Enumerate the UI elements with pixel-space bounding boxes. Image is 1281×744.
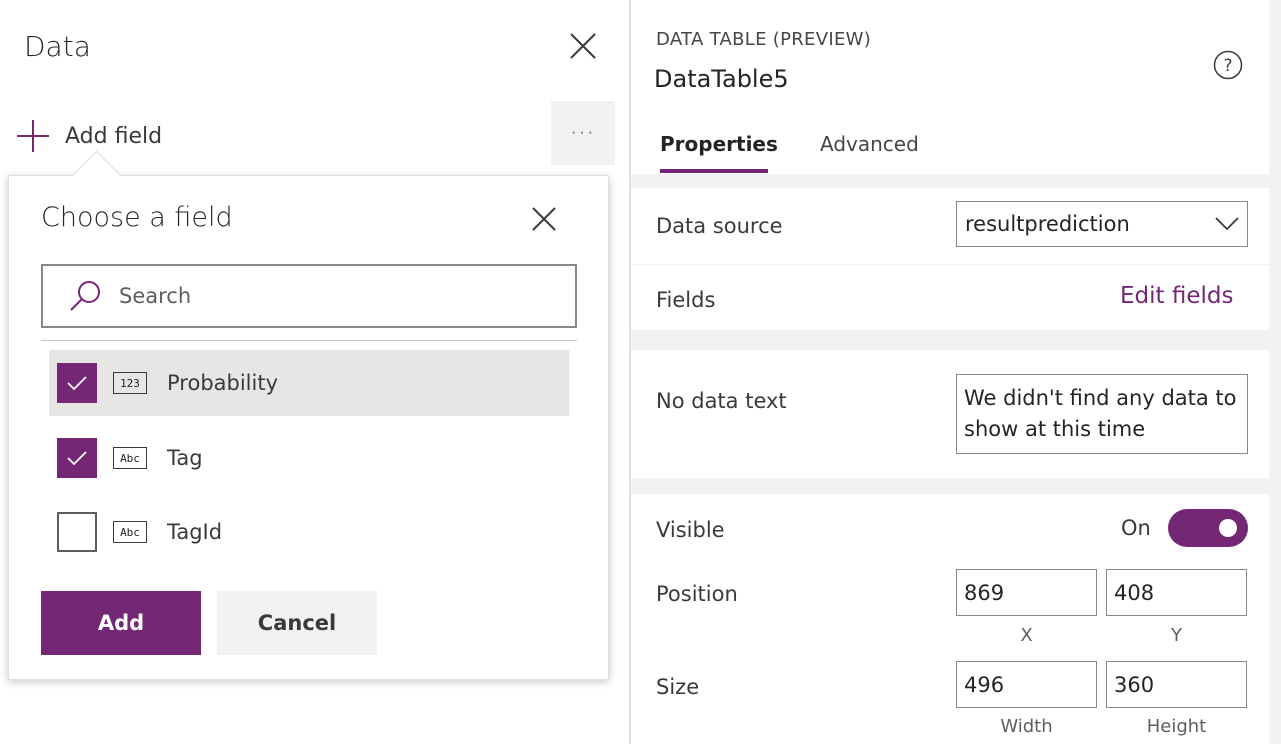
field-label: Probability	[167, 371, 279, 395]
check-icon	[67, 376, 87, 391]
tab-properties[interactable]: Properties	[660, 132, 778, 156]
toggle-knob	[1219, 519, 1237, 537]
data-pane-title: Data	[24, 30, 91, 63]
data-source-dropdown[interactable]: resultprediction	[956, 201, 1248, 247]
text-type-icon: Abc	[113, 447, 147, 469]
position-y-label: Y	[1171, 625, 1182, 646]
visible-label: Visible	[656, 518, 725, 542]
popup-title: Choose a field	[41, 202, 233, 233]
more-options-button[interactable]: ···	[551, 101, 615, 165]
tab-advanced[interactable]: Advanced	[820, 132, 919, 156]
position-y-input[interactable]: 408	[1106, 569, 1247, 616]
size-height-label: Height	[1146, 716, 1207, 737]
check-icon	[67, 451, 87, 466]
field-row-tag[interactable]: Abc Tag	[49, 425, 569, 491]
field-label: TagId	[167, 520, 223, 544]
edit-fields-link[interactable]: Edit fields	[1120, 283, 1233, 309]
data-source-value: resultprediction	[965, 212, 1130, 236]
size-height-input[interactable]: 360	[1106, 661, 1247, 708]
size-width-input[interactable]: 496	[956, 661, 1097, 708]
popup-close-icon[interactable]	[528, 203, 560, 235]
help-icon[interactable]: ?	[1213, 50, 1243, 80]
no-data-text-input[interactable]: We didn't find any data to show at this …	[956, 374, 1248, 454]
checkbox-checked[interactable]	[57, 438, 97, 478]
position-x-input[interactable]: 869	[956, 569, 1097, 616]
field-search-box[interactable]	[41, 264, 577, 328]
position-x-label: X	[1020, 625, 1033, 646]
active-tab-indicator	[660, 169, 768, 173]
list-divider	[41, 340, 577, 341]
plus-icon	[17, 120, 49, 152]
chevron-down-icon	[1215, 217, 1239, 231]
size-width-label: Width	[1000, 716, 1053, 737]
search-input[interactable]	[117, 283, 521, 309]
control-name: DataTable5	[654, 65, 789, 93]
fields-label: Fields	[656, 288, 716, 312]
field-row-probability[interactable]: 123 Probability	[49, 350, 569, 416]
control-type-label: DATA TABLE (PREVIEW)	[656, 29, 872, 50]
cancel-button[interactable]: Cancel	[217, 591, 377, 655]
data-source-label: Data source	[656, 214, 783, 238]
checkbox-checked[interactable]	[57, 363, 97, 403]
svg-text:?: ?	[1223, 56, 1232, 76]
no-data-text-label: No data text	[656, 389, 787, 413]
visible-toggle-state: On	[1121, 516, 1151, 540]
add-field-label: Add field	[65, 123, 163, 149]
search-icon	[70, 281, 100, 311]
text-type-icon: Abc	[113, 521, 147, 543]
field-label: Tag	[167, 446, 203, 470]
position-label: Position	[656, 582, 738, 606]
number-type-icon: 123	[113, 372, 147, 394]
add-field-button[interactable]: Add field	[16, 116, 162, 156]
size-label: Size	[656, 675, 700, 699]
checkbox-unchecked[interactable]	[57, 512, 97, 552]
close-icon[interactable]	[567, 30, 599, 62]
add-button[interactable]: Add	[41, 591, 201, 655]
field-row-tagid[interactable]: Abc TagId	[49, 499, 569, 565]
